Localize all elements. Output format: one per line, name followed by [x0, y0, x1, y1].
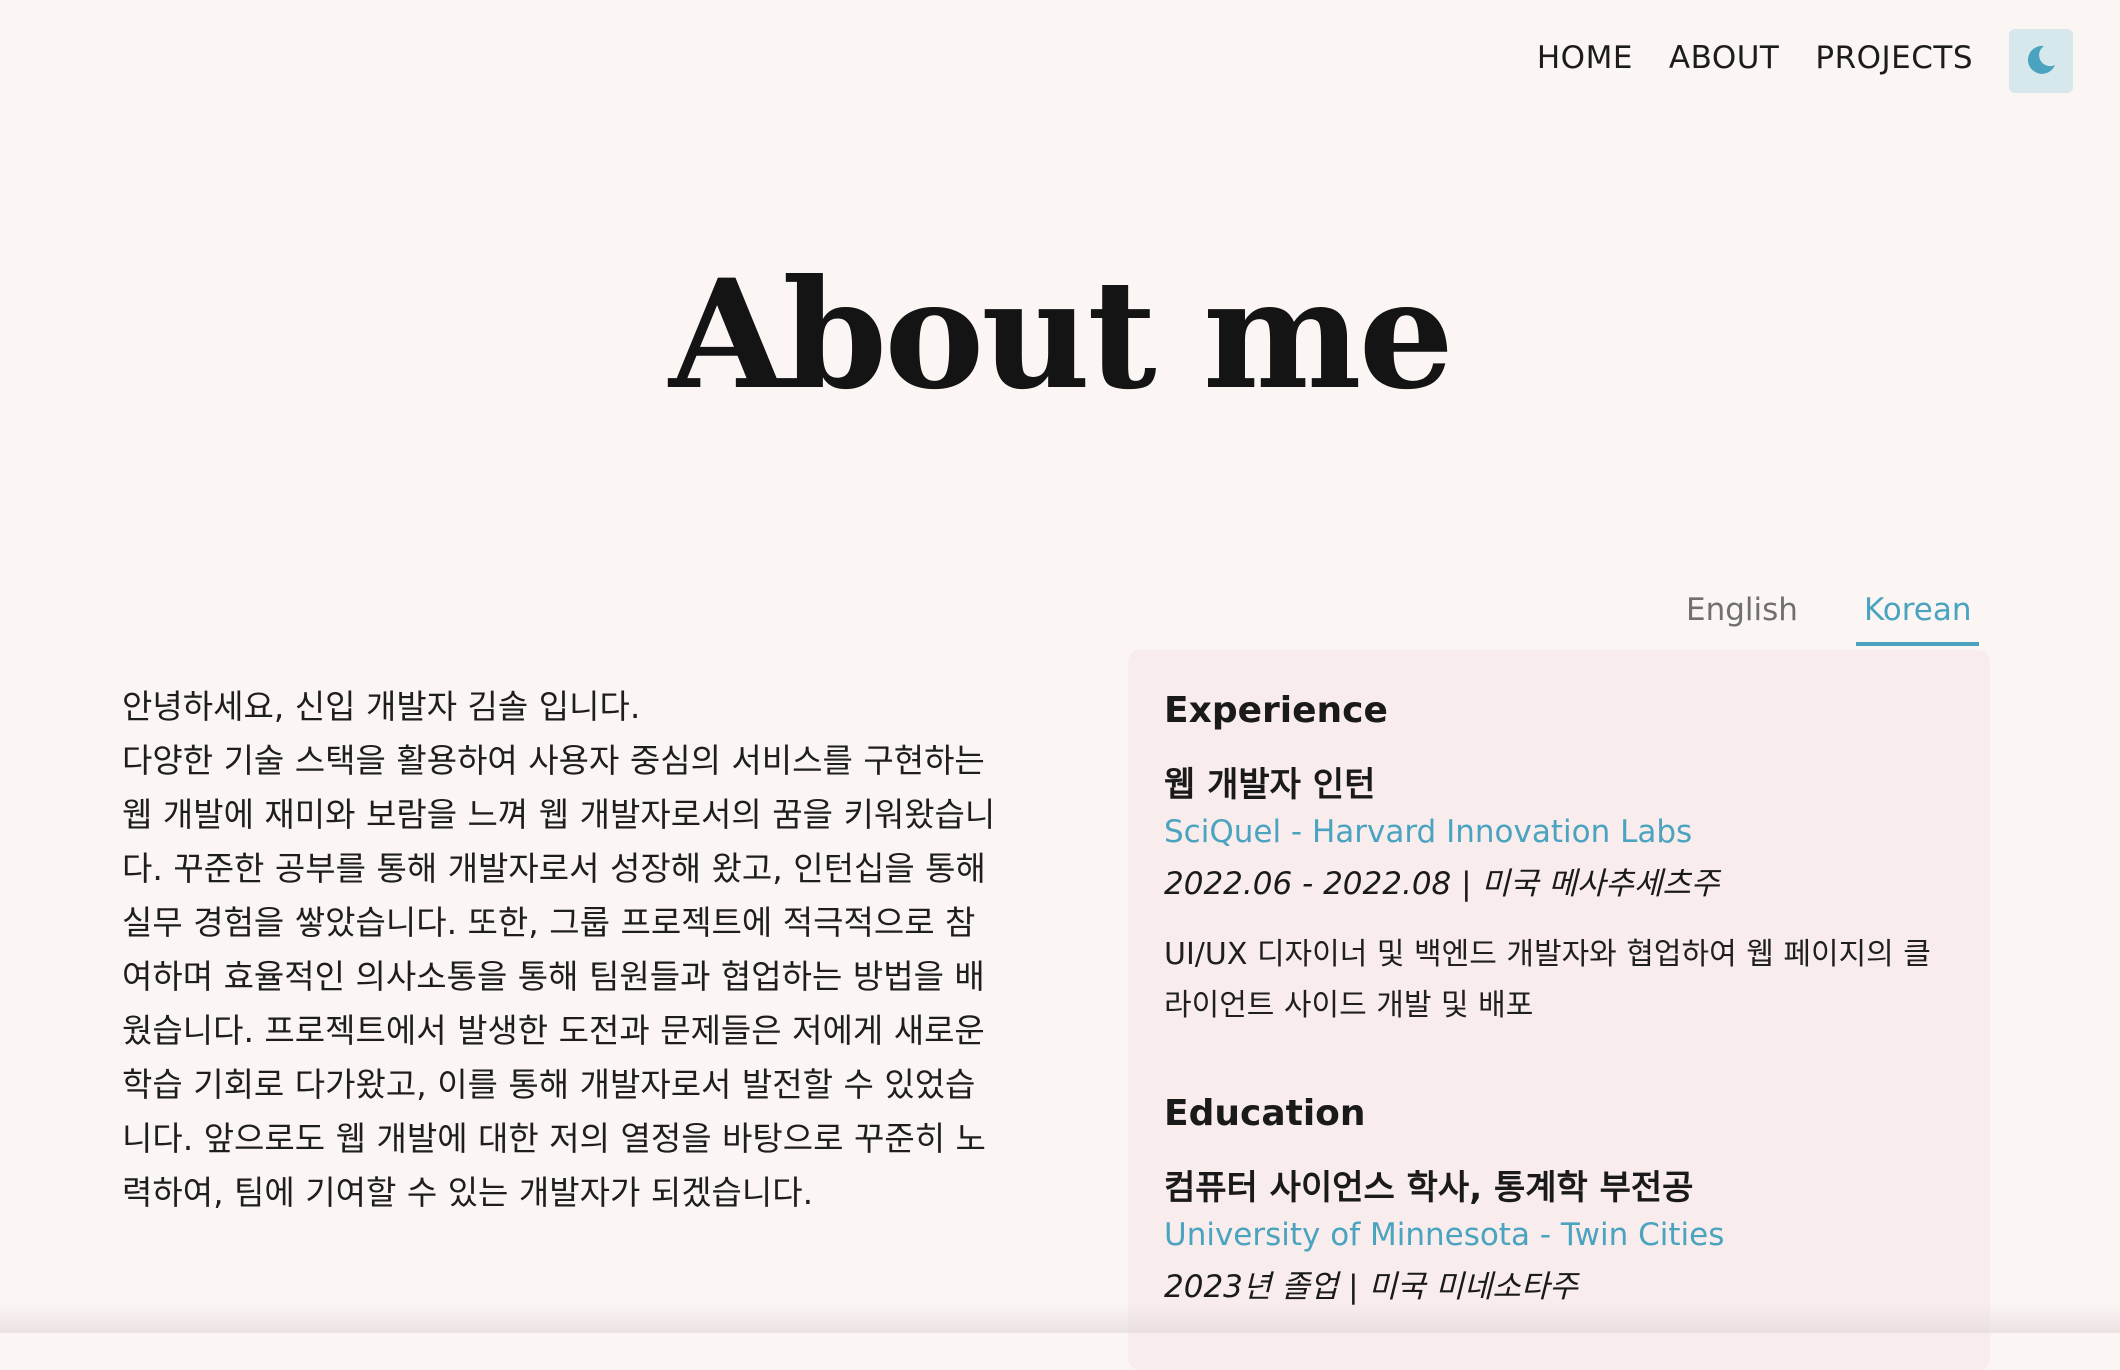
experience-organization: SciQuel - Harvard Innovation Labs [1164, 814, 1693, 850]
nav-projects-link[interactable]: PROJECTS [1815, 40, 1973, 76]
moon-icon [2024, 43, 2058, 80]
experience-description: UI/UX 디자이너 및 백엔드 개발자와 협업하여 웹 페이지의 클라이언트 … [1164, 937, 1931, 1023]
bio-body: 다양한 기술 스택을 활용하여 사용자 중심의 서비스를 구현하는 웹 개발에 … [122, 741, 996, 1212]
experience-heading: Experience [1164, 690, 1388, 731]
education-school: University of Minnesota - Twin Cities [1164, 1217, 1725, 1253]
tab-korean[interactable]: Korean [1855, 586, 1980, 646]
theme-toggle-button[interactable] [2009, 29, 2073, 93]
page-title: About me [668, 247, 1454, 423]
tab-english[interactable]: English [1678, 586, 1806, 646]
experience-role: 웹 개발자 인턴 [1164, 765, 1376, 805]
education-degree: 컴퓨터 사이언스 학사, 통계학 부전공 [1164, 1168, 1694, 1208]
experience-dates: 2022.06 - 2022.08 | 미국 메사추세츠주 [1164, 866, 1720, 902]
nav-home-link[interactable]: HOME [1537, 40, 1633, 76]
bio-text: 안녕하세요, 신입 개발자 김솔 입니다. 다양한 기술 스택을 활용하여 사용… [122, 680, 1002, 1220]
bottom-fade [0, 1303, 2120, 1333]
nav-links: HOME ABOUT PROJECTS [1537, 40, 1973, 76]
education-heading: Education [1164, 1093, 1366, 1134]
bio-greeting: 안녕하세요, 신입 개발자 김솔 입니다. [122, 687, 641, 726]
education-dates: 2023년 졸업 | 미국 미네소타주 [1164, 1269, 1578, 1305]
top-navigation: HOME ABOUT PROJECTS [0, 0, 2120, 120]
nav-about-link[interactable]: ABOUT [1669, 40, 1779, 76]
language-tabs: English Korean [1678, 586, 1980, 646]
resume-panel: Experience 웹 개발자 인턴 SciQuel - Harvard In… [1128, 650, 1990, 1370]
